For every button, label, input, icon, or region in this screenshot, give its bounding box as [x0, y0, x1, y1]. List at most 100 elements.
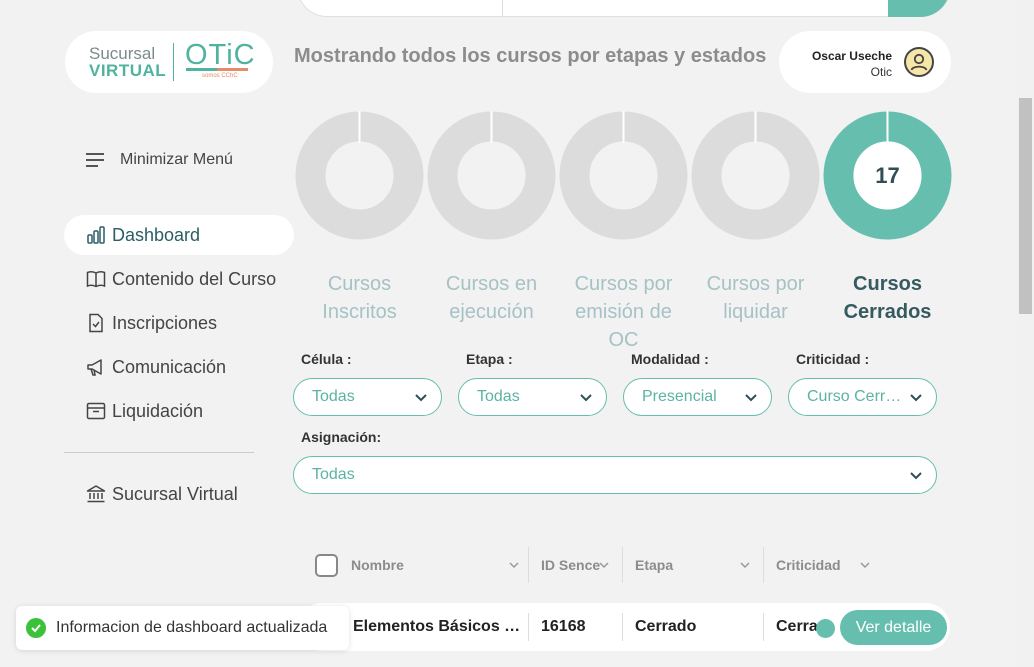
bank-icon — [86, 484, 106, 504]
logo-brand-sub: somos CChC — [202, 73, 238, 79]
filter-label-celula: Célula : — [301, 351, 352, 367]
sidebar-item-inscripciones[interactable]: Inscripciones — [64, 303, 294, 343]
sort-chevron-icon[interactable] — [508, 559, 520, 571]
sidebar-item-label: Inscripciones — [112, 312, 218, 333]
column-divider — [622, 613, 623, 641]
column-header-label: Etapa — [635, 557, 674, 573]
column-header-label: Nombre — [351, 557, 404, 573]
chevron-down-icon — [910, 394, 922, 402]
stage-donut-inscritos[interactable] — [294, 110, 425, 241]
sidebar-item-liquidacion[interactable]: Liquidación — [64, 391, 294, 431]
logo[interactable]: Sucursal VIRTUAL OTiC somos CChC — [65, 31, 273, 93]
stage-count — [294, 110, 425, 241]
search-divider — [502, 0, 503, 17]
sidebar-item-label: Liquidación — [112, 400, 204, 421]
hamburger-icon — [86, 153, 104, 167]
sort-chevron-icon[interactable] — [739, 559, 751, 571]
column-header-nombre[interactable]: Nombre — [351, 547, 521, 583]
user-circle-icon[interactable] — [904, 47, 934, 77]
bar-chart-icon — [86, 225, 106, 245]
filter-label-asignacion: Asignación: — [301, 429, 382, 445]
stage-label-line1: Cursos — [327, 273, 392, 295]
select-all-checkbox[interactable] — [315, 554, 338, 577]
check-circle-icon — [26, 618, 46, 638]
stage-label-line2: emisión de OC — [575, 301, 672, 351]
stage-label-inscritos[interactable]: Cursos Inscritos — [294, 270, 425, 326]
column-divider — [622, 547, 623, 583]
user-org: Otic — [870, 65, 892, 79]
asignacion-select[interactable]: Todas — [293, 456, 937, 494]
view-detail-button[interactable]: Ver detalle — [840, 610, 947, 645]
criticidad-select[interactable]: Curso Cerrado — [788, 378, 937, 416]
sidebar-item-label: Sucursal Virtual — [112, 483, 238, 504]
sidebar-item-contenido[interactable]: Contenido del Curso — [64, 259, 294, 299]
stage-count — [558, 110, 689, 241]
column-header-etapa[interactable]: Etapa — [635, 547, 735, 583]
page-scrollbar[interactable] — [1017, 0, 1034, 667]
stage-donut-ejecucion[interactable] — [426, 110, 557, 241]
cell-etapa: Cerrado — [635, 618, 697, 635]
cell-id-sence: 16168 — [541, 618, 586, 635]
user-card[interactable]: Oscar Useche Otic — [779, 31, 951, 93]
stage-donut-liquidar[interactable] — [690, 110, 821, 241]
sort-chevron-icon[interactable] — [598, 559, 610, 571]
modalidad-select-value: Presencial — [642, 388, 717, 405]
celula-select-value: Todas — [312, 388, 355, 405]
stage-label-line2: Cerrados — [843, 301, 932, 323]
stage-label-cerrados[interactable]: Cursos Cerrados — [822, 270, 953, 326]
stage-donut-cerrados[interactable]: 17 — [822, 110, 953, 241]
asignacion-select-value: Todas — [312, 466, 355, 483]
stage-label-line1: Cursos en — [445, 273, 538, 295]
document-check-icon — [86, 313, 106, 333]
chevron-down-icon — [415, 394, 427, 402]
etapa-select[interactable]: Todas — [458, 378, 607, 416]
column-divider — [528, 613, 529, 641]
column-divider — [763, 547, 764, 583]
filter-label-modalidad: Modalidad : — [631, 351, 709, 367]
celula-select[interactable]: Todas — [293, 378, 442, 416]
minimize-menu-button[interactable]: Minimizar Menú — [86, 151, 233, 169]
megaphone-icon — [86, 357, 106, 377]
stage-label-line2: liquidar — [723, 301, 788, 323]
stage-label-ejecucion[interactable]: Cursos en ejecución — [426, 270, 557, 326]
stage-donut-emision-oc[interactable] — [558, 110, 689, 241]
logo-brand: OTiC — [185, 39, 256, 71]
modalidad-select[interactable]: Presencial — [623, 378, 772, 416]
stage-label-line1: Cursos — [853, 273, 922, 295]
user-name: Oscar Useche — [811, 49, 892, 63]
search-button[interactable] — [888, 0, 950, 17]
sidebar-item-comunicacion[interactable]: Comunicación — [64, 347, 294, 387]
etapa-select-value: Todas — [477, 388, 520, 405]
cell-nombre: Elementos Básicos y Desarrollo — [353, 603, 528, 651]
table-row[interactable]: Elementos Básicos y Desarrollo 16168 Cer… — [298, 603, 950, 651]
column-divider — [528, 547, 529, 583]
sidebar-item-sucursal-virtual[interactable]: Sucursal Virtual — [64, 474, 294, 514]
sidebar-item-label: Comunicación — [112, 356, 227, 377]
table-header: Nombre ID Sence Etapa Criticidad — [298, 547, 948, 583]
cell-nombre-text: Elementos Básicos y Desarrollo — [353, 618, 528, 635]
archive-box-icon — [86, 401, 106, 421]
status-dot — [816, 619, 835, 638]
stage-label-line2: ejecución — [449, 301, 534, 323]
chevron-down-icon — [910, 472, 922, 480]
toast-notification: Informacion de dashboard actualizada — [16, 606, 349, 650]
sidebar-item-dashboard[interactable]: Dashboard — [64, 215, 294, 255]
stage-label-emision-oc[interactable]: Cursos por emisión de OC — [558, 270, 689, 354]
page-title: Mostrando todos los cursos por etapas y … — [294, 45, 767, 67]
column-header-label: ID Sence — [541, 557, 601, 573]
column-divider — [763, 613, 764, 641]
sort-chevron-icon[interactable] — [859, 559, 871, 571]
stage-label-liquidar[interactable]: Cursos por liquidar — [690, 270, 821, 326]
book-icon — [86, 269, 106, 289]
top-search-bar[interactable] — [297, 0, 951, 17]
stage-count: 17 — [875, 162, 900, 188]
scrollbar-thumb[interactable] — [1019, 98, 1032, 314]
stage-label-line2: Inscritos — [322, 301, 397, 323]
column-header-criticidad[interactable]: Criticidad — [776, 547, 866, 583]
stage-count — [426, 110, 557, 241]
sidebar-nav: Dashboard Contenido del Curso Inscripcio… — [64, 215, 294, 435]
logo-line2: VIRTUAL — [89, 61, 167, 80]
stage-label-line1: Cursos por — [706, 273, 805, 295]
stage-count — [690, 110, 821, 241]
stage-label-line1: Cursos por — [574, 273, 673, 295]
